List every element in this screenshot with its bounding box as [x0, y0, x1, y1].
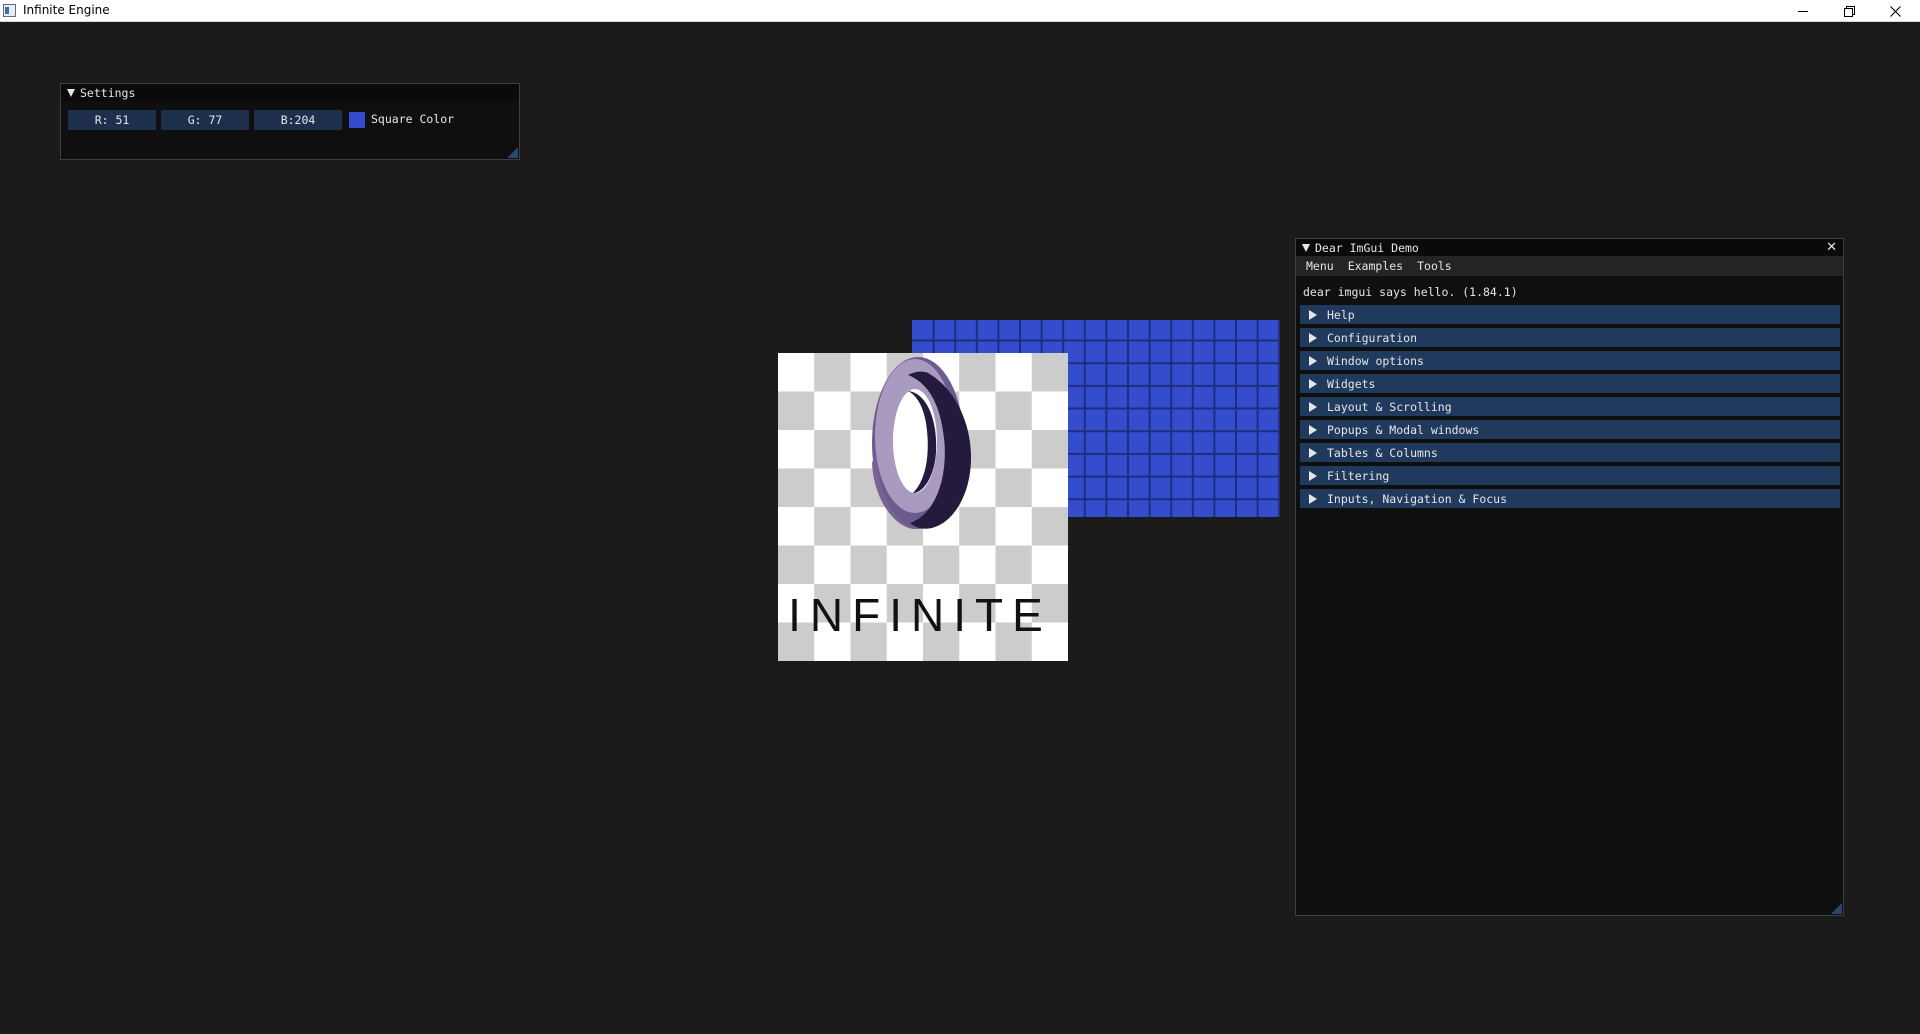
menu-examples[interactable]: Examples	[1341, 259, 1410, 273]
resize-grip[interactable]	[1831, 903, 1842, 914]
imgui-demo-window: Dear ImGui Demo ✕ Menu Examples Tools de…	[1295, 238, 1844, 916]
logo-text: INFINITE	[788, 589, 1052, 641]
minimize-icon	[1798, 11, 1808, 12]
header-help[interactable]: Help	[1300, 305, 1840, 324]
header-label: Layout & Scrolling	[1327, 399, 1452, 414]
header-label: Filtering	[1327, 468, 1390, 483]
expand-arrow-icon	[1309, 309, 1317, 320]
hello-text: dear imgui says hello. (1.84.1)	[1303, 285, 1518, 299]
settings-titlebar[interactable]: Settings	[61, 84, 519, 101]
settings-window: Settings R: 51 G: 77 B:204 Square Color	[60, 83, 520, 160]
header-window-options[interactable]: Window options	[1300, 351, 1840, 370]
menu-menu[interactable]: Menu	[1299, 259, 1341, 273]
demo-titlebar[interactable]: Dear ImGui Demo	[1296, 239, 1843, 256]
expand-arrow-icon	[1309, 470, 1317, 481]
settings-title: Settings	[80, 85, 136, 100]
window-titlebar: Infinite Engine	[0, 0, 1920, 22]
resize-grip[interactable]	[507, 147, 518, 158]
close-icon	[1889, 5, 1901, 17]
collapse-arrow-icon[interactable]	[1302, 243, 1310, 252]
expand-arrow-icon	[1309, 493, 1317, 504]
header-label: Window options	[1327, 353, 1424, 368]
header-configuration[interactable]: Configuration	[1300, 328, 1840, 347]
menu-tools[interactable]: Tools	[1410, 259, 1459, 273]
expand-arrow-icon	[1309, 378, 1317, 389]
header-widgets[interactable]: Widgets	[1300, 374, 1840, 393]
expand-arrow-icon	[1309, 424, 1317, 435]
blue-drag-field[interactable]: B:204	[254, 110, 342, 130]
header-label: Help	[1327, 307, 1355, 322]
collapse-arrow-icon[interactable]	[67, 88, 75, 97]
infinite-logo-tile: INFINITE	[778, 353, 1068, 661]
header-tables-columns[interactable]: Tables & Columns	[1300, 443, 1840, 462]
close-button[interactable]	[1872, 0, 1918, 22]
expand-arrow-icon	[1309, 332, 1317, 343]
header-filtering[interactable]: Filtering	[1300, 466, 1840, 485]
expand-arrow-icon	[1309, 447, 1317, 458]
restore-icon	[1843, 5, 1855, 17]
expand-arrow-icon	[1309, 401, 1317, 412]
collapsing-headers: Help Configuration Window options Widget…	[1300, 305, 1840, 512]
menu-bar: Menu Examples Tools	[1296, 256, 1843, 276]
header-label: Popups & Modal windows	[1327, 422, 1480, 437]
header-label: Widgets	[1327, 376, 1376, 391]
app-title: Infinite Engine	[23, 3, 110, 17]
green-drag-field[interactable]: G: 77	[161, 110, 249, 130]
close-icon[interactable]: ✕	[1826, 241, 1837, 254]
header-inputs-navigation[interactable]: Inputs, Navigation & Focus	[1300, 489, 1840, 508]
red-drag-field[interactable]: R: 51	[68, 110, 156, 130]
header-label: Tables & Columns	[1327, 445, 1438, 460]
color-swatch[interactable]	[349, 112, 365, 128]
demo-title: Dear ImGui Demo	[1315, 240, 1419, 255]
header-label: Inputs, Navigation & Focus	[1327, 491, 1508, 506]
minimize-button[interactable]	[1780, 0, 1826, 22]
square-color-label: Square Color	[371, 112, 455, 126]
header-label: Configuration	[1327, 330, 1418, 345]
restore-button[interactable]	[1826, 0, 1872, 22]
header-popups-modal[interactable]: Popups & Modal windows	[1300, 420, 1840, 439]
header-layout-scrolling[interactable]: Layout & Scrolling	[1300, 397, 1840, 416]
app-icon	[3, 4, 16, 17]
expand-arrow-icon	[1309, 355, 1317, 366]
